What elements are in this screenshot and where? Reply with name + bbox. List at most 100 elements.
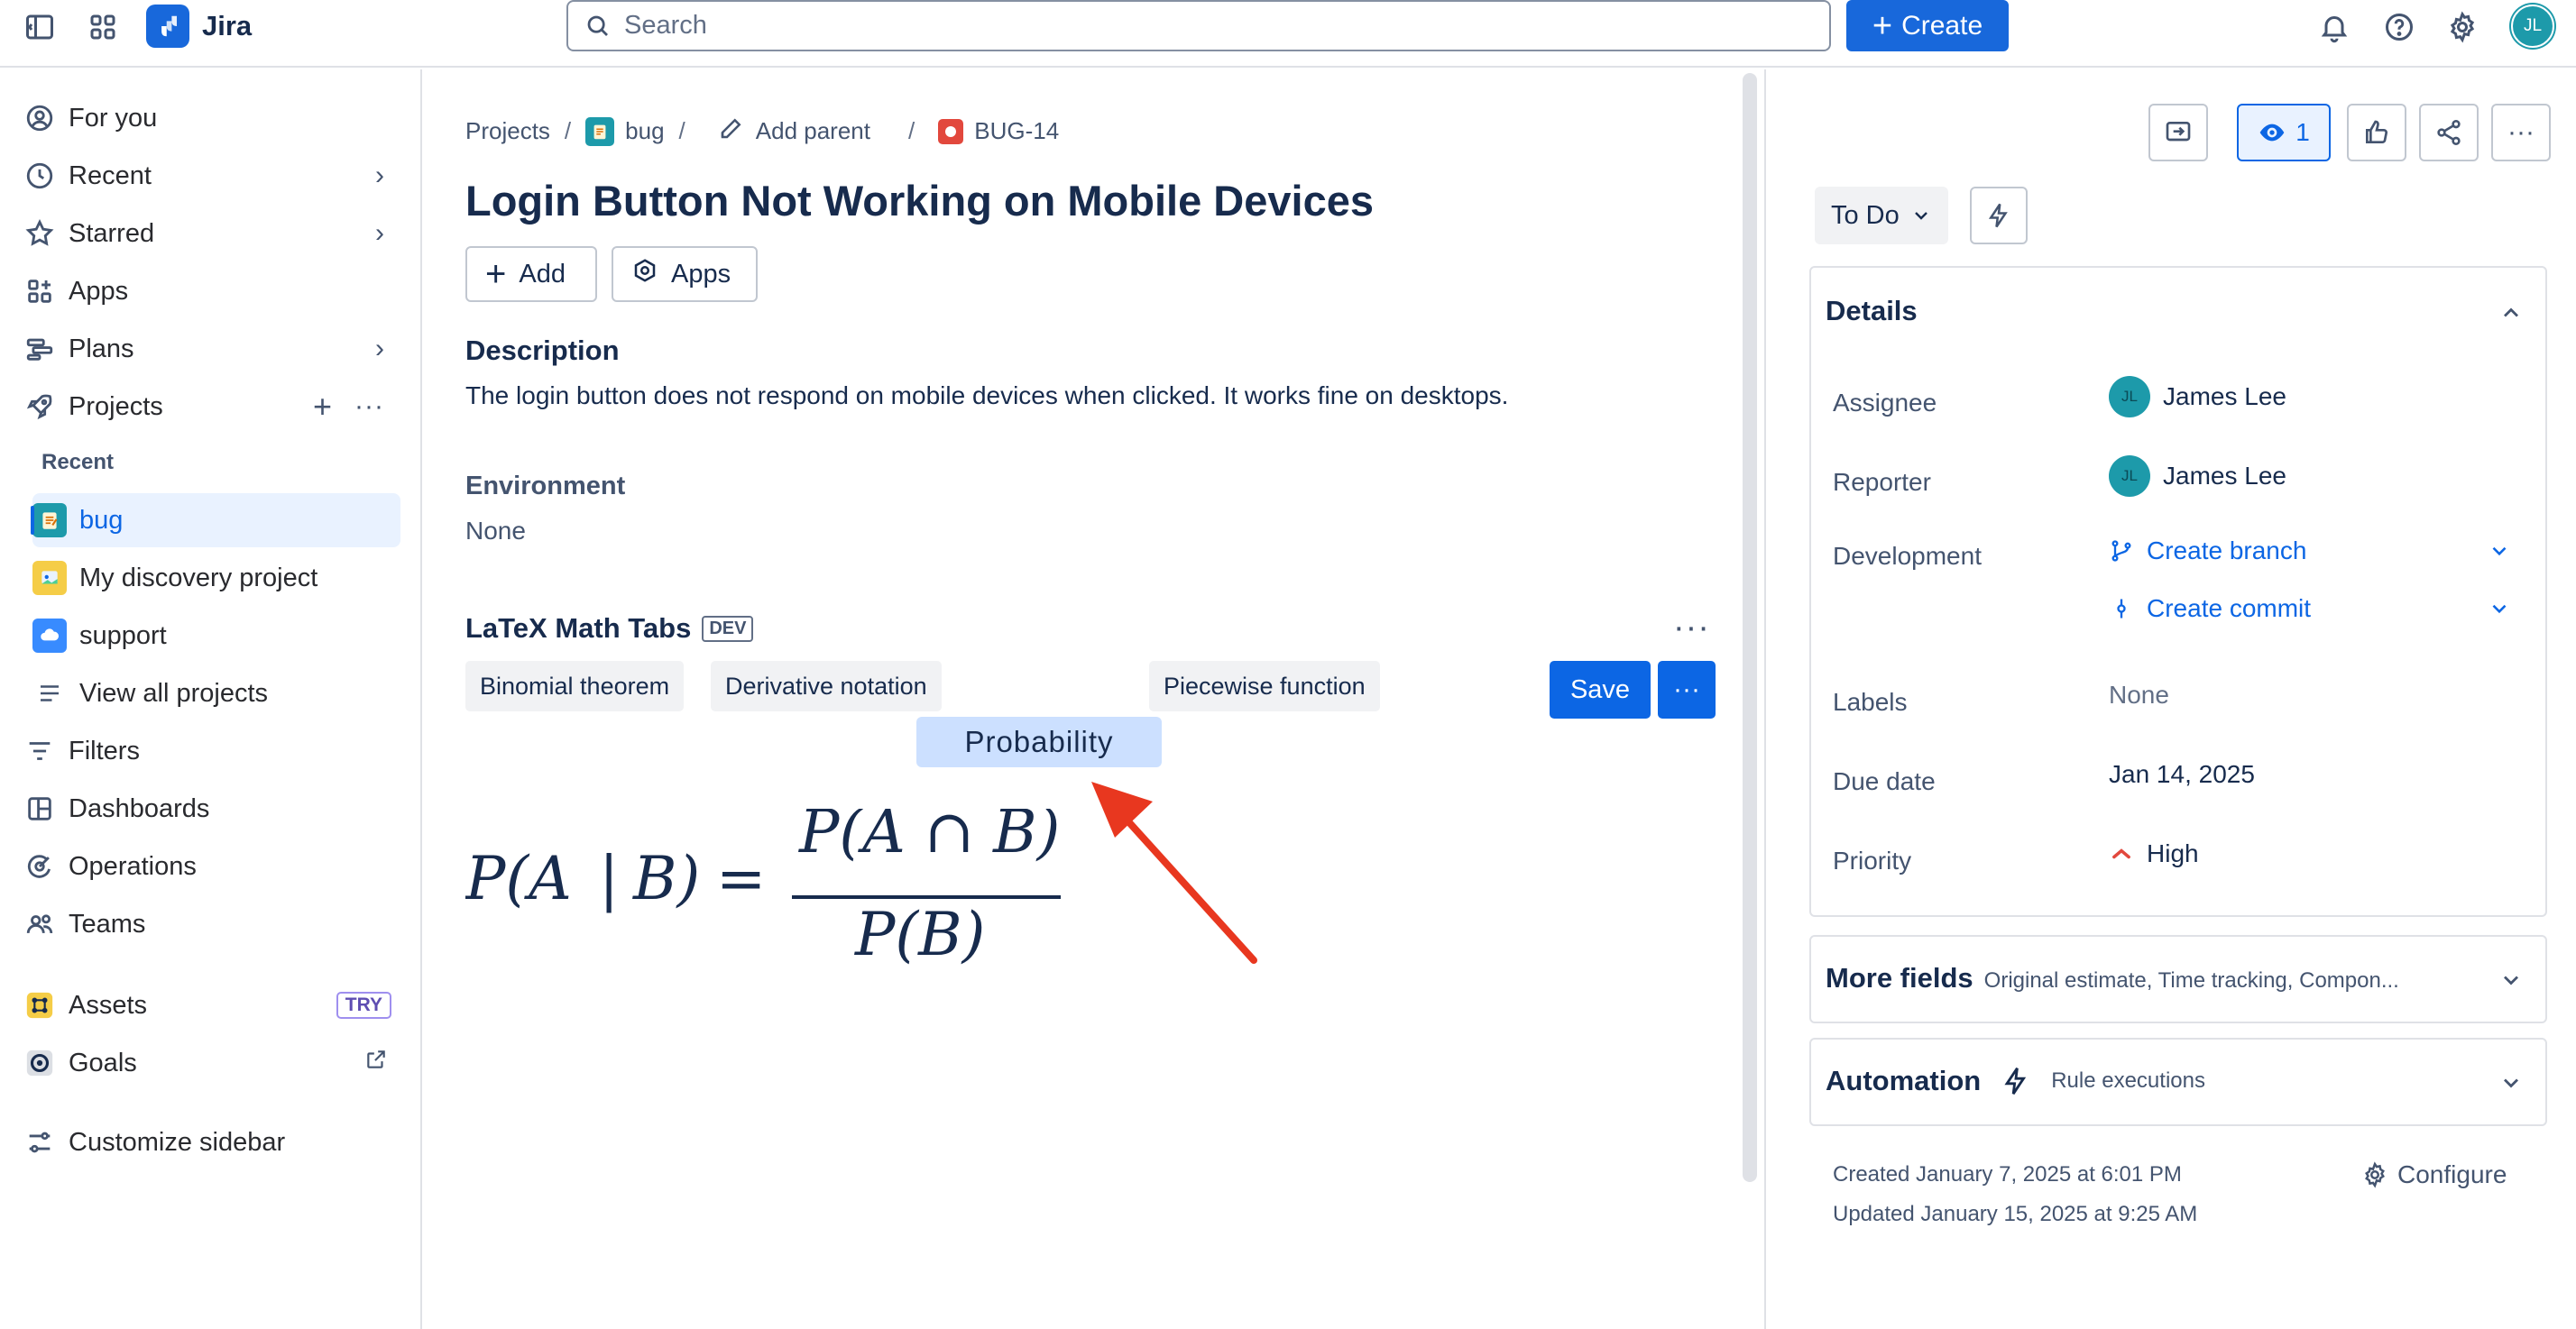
more-fields-panel[interactable]: More fields Original estimate, Time trac… (1809, 935, 2547, 1023)
chevron-down-icon[interactable] (2498, 967, 2524, 993)
sidebar-item-recent[interactable]: Recent › (22, 149, 400, 203)
chevron-up-icon[interactable] (2498, 300, 2524, 325)
sidebar-project-support[interactable]: support (32, 609, 400, 663)
due-date-label: Due date (1833, 767, 1936, 795)
feedback-button[interactable] (2148, 104, 2208, 161)
more-actions-button[interactable]: ··· (2491, 104, 2551, 161)
priority-value[interactable]: High (2109, 839, 2199, 868)
sidebar-item-label: For you (69, 103, 158, 133)
sidebar-view-all-projects[interactable]: View all projects (32, 666, 400, 720)
issue-main-content: Projects / bug / Add parent / BUG-14 Log… (424, 69, 1757, 1329)
app-switcher-icon[interactable] (83, 7, 123, 47)
user-circle-icon (22, 100, 58, 136)
details-title[interactable]: Details (1826, 295, 1918, 327)
latex-tab-label: Binomial theorem (480, 672, 670, 700)
chevron-down-icon[interactable] (2498, 1070, 2524, 1095)
plus-icon: + (1872, 6, 1893, 45)
search-bar[interactable] (566, 0, 1831, 51)
create-button[interactable]: + Create (1846, 0, 2009, 51)
notifications-bell-icon[interactable] (2314, 7, 2354, 47)
try-badge: TRY (336, 992, 391, 1019)
save-more-options-button[interactable]: ··· (1658, 661, 1716, 719)
svg-text:P(B): P(B) (854, 900, 985, 969)
assignee-value[interactable]: JL James Lee (2109, 376, 2286, 417)
automation-actions-button[interactable] (1970, 187, 2028, 244)
details-panel: Details Assignee JL James Lee Reporter J… (1809, 266, 2547, 917)
create-commit-link[interactable]: Create commit (2109, 594, 2524, 623)
chevron-down-icon[interactable] (2488, 597, 2511, 620)
sidebar-item-label: Plans (69, 334, 134, 363)
save-button[interactable]: Save (1550, 661, 1651, 719)
sidebar-item-label: Customize sidebar (69, 1127, 286, 1157)
sidebar-project-bug[interactable]: bug (31, 493, 400, 547)
sidebar-item-projects[interactable]: Projects + ··· (22, 380, 400, 434)
sidebar-project-discovery[interactable]: My discovery project (32, 551, 400, 605)
apps-label: Apps (671, 259, 731, 289)
search-input[interactable] (624, 11, 1797, 41)
goals-target-icon (22, 1045, 58, 1081)
sidebar-toggle-icon[interactable] (20, 7, 60, 47)
settings-gear-icon[interactable] (2443, 7, 2482, 47)
sidebar-item-starred[interactable]: Starred › (22, 206, 400, 261)
sidebar-item-apps[interactable]: Apps (22, 264, 400, 318)
breadcrumb-add-parent[interactable]: Add parent (756, 117, 870, 145)
project-cloud-icon (32, 619, 67, 653)
breadcrumb-project[interactable]: bug (625, 117, 664, 145)
teams-icon (22, 906, 58, 942)
sidebar-item-filters[interactable]: Filters (22, 724, 400, 778)
share-icon (2437, 120, 2461, 145)
more-options-icon[interactable]: ··· (1673, 609, 1710, 647)
like-button[interactable] (2347, 104, 2406, 161)
latex-tab-binomial[interactable]: Binomial theorem (465, 661, 685, 711)
main-scrollbar[interactable] (1743, 73, 1757, 1182)
eye-icon (2259, 124, 2285, 142)
sidebar-item-goals[interactable]: Goals (22, 1036, 400, 1090)
sidebar-item-dashboards[interactable]: Dashboards (22, 782, 400, 836)
sidebar-item-assets[interactable]: Assets TRY (22, 978, 400, 1032)
labels-value[interactable]: None (2109, 681, 2169, 710)
updated-timestamp: Updated January 15, 2025 at 9:25 AM (1833, 1202, 2198, 1226)
sidebar-item-operations[interactable]: Operations (22, 839, 400, 894)
user-avatar[interactable]: JL (2511, 5, 2554, 48)
reporter-label: Reporter (1833, 468, 1931, 496)
assignee-name: James Lee (2163, 382, 2286, 410)
description-text[interactable]: The login button does not respond on mob… (465, 381, 1508, 410)
latex-tab-derivative[interactable]: Derivative notation (711, 661, 942, 711)
configure-label: Configure (2397, 1160, 2507, 1188)
chevron-down-icon[interactable] (2488, 539, 2511, 563)
automation-panel[interactable]: Automation Rule executions (1809, 1038, 2547, 1126)
sidebar-item-for-you[interactable]: For you (22, 91, 400, 145)
environment-value[interactable]: None (465, 517, 526, 545)
external-link-icon[interactable] (364, 1048, 388, 1078)
labels-label: Labels (1833, 688, 1908, 716)
assets-icon (22, 987, 58, 1023)
create-branch-link[interactable]: Create branch (2109, 536, 2524, 565)
reporter-value[interactable]: JL James Lee (2109, 455, 2286, 497)
more-options-icon[interactable]: ··· (354, 391, 384, 422)
due-date-value[interactable]: Jan 14, 2025 (2109, 760, 2255, 789)
status-dropdown[interactable]: To Do (1815, 187, 1948, 244)
jira-logo[interactable]: Jira (146, 5, 252, 48)
breadcrumb-projects[interactable]: Projects (465, 117, 550, 145)
jira-logo-icon (146, 5, 189, 48)
share-button[interactable] (2419, 104, 2479, 161)
filter-icon (22, 733, 58, 769)
watch-button[interactable]: 1 (2237, 104, 2331, 161)
apps-button[interactable]: Apps (612, 246, 758, 302)
issue-title[interactable]: Login Button Not Working on Mobile Devic… (465, 176, 1374, 225)
breadcrumb-issue-key[interactable]: BUG-14 (974, 117, 1059, 145)
latex-tab-piecewise[interactable]: Piecewise function (1149, 661, 1380, 711)
chevron-right-icon[interactable]: › (375, 160, 384, 191)
chevron-right-icon[interactable]: › (375, 334, 384, 364)
thumbs-up-icon (2366, 120, 2387, 143)
sidebar-item-teams[interactable]: Teams (22, 897, 400, 951)
help-icon[interactable] (2379, 7, 2419, 47)
add-button[interactable]: + Add (465, 246, 597, 302)
automation-title: Automation (1826, 1065, 1982, 1096)
sidebar-item-customize[interactable]: Customize sidebar (22, 1115, 400, 1169)
add-project-plus-icon[interactable]: + (313, 388, 332, 426)
chevron-right-icon[interactable]: › (375, 218, 384, 249)
sidebar-item-plans[interactable]: Plans › (22, 322, 400, 376)
configure-button[interactable]: Configure (2361, 1160, 2507, 1189)
latex-tab-probability-dragging[interactable]: Probability (916, 717, 1162, 767)
